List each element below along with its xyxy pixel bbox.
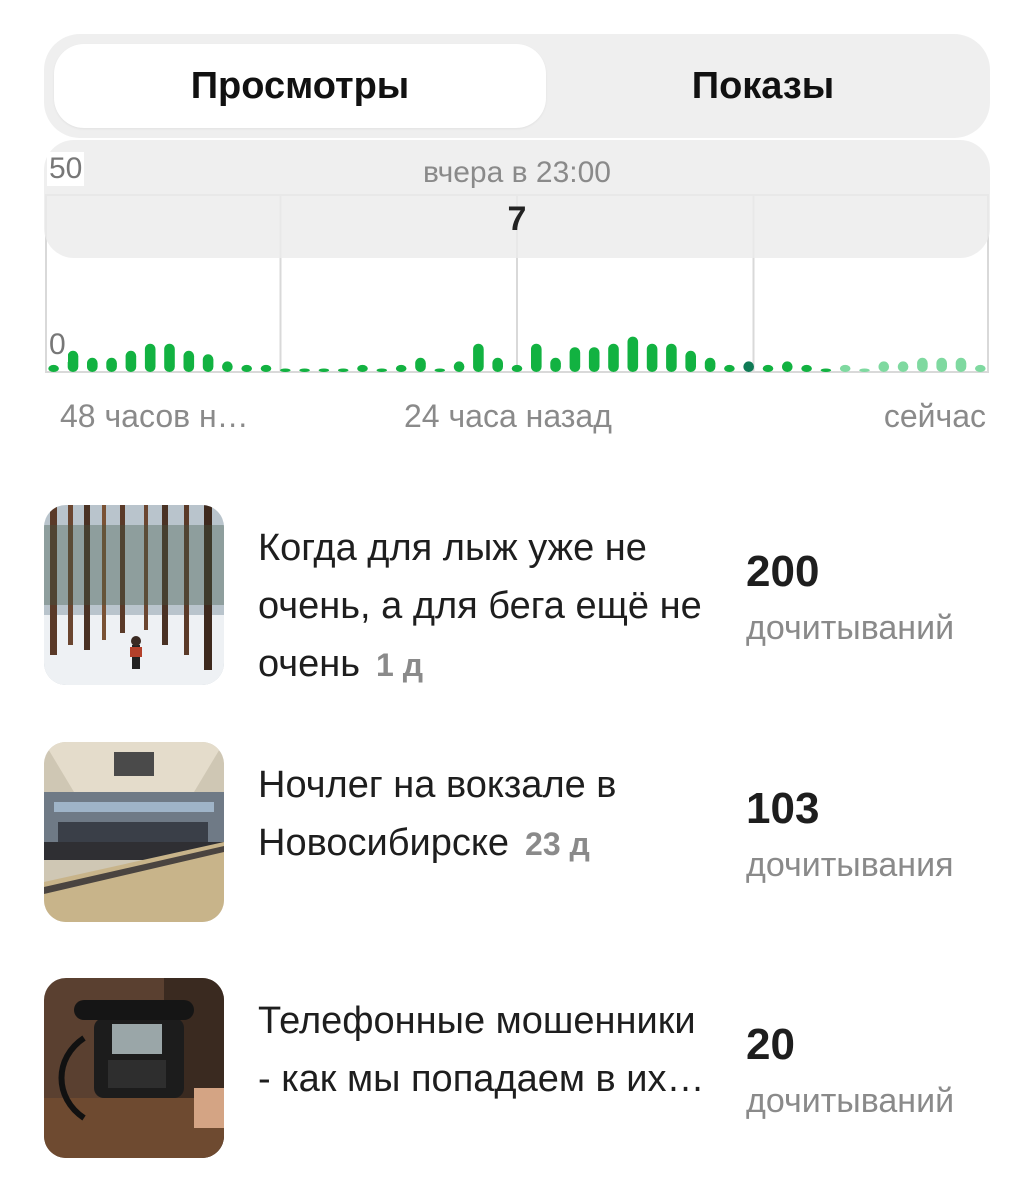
chart-bar: [569, 347, 581, 372]
chart-bar: [588, 347, 600, 372]
article-item[interactable]: Телефонные мошенники - как мы попадаем в…: [44, 978, 990, 1158]
read-count-label: дочитываний: [746, 1082, 955, 1120]
chart-bar: [936, 357, 947, 372]
chart-bar: [878, 361, 890, 372]
chart-bar: [511, 364, 523, 372]
chart-bar: [646, 343, 658, 372]
chart-bar: [550, 357, 561, 372]
tooltip-time: вчера в 23:00: [423, 156, 611, 189]
article-item[interactable]: Ночлег на вокзале в Новосибирске 23 д 103…: [44, 742, 990, 922]
tab-impressions[interactable]: Показы: [546, 44, 980, 128]
chart-bar: [704, 357, 716, 372]
chart-bar: [125, 350, 137, 372]
chart-bar: [531, 343, 542, 372]
y-axis-max-label: 50: [47, 152, 85, 186]
article-title: Ночлег на вокзале в Новосибирске 23 д: [258, 756, 718, 873]
chart-bar: [241, 364, 252, 372]
chart-bar: [299, 368, 310, 372]
article-thumbnail: [44, 978, 224, 1158]
chart-bar: [453, 361, 465, 372]
chart-bar: [376, 368, 388, 372]
chart-bar: [762, 364, 774, 372]
article-age: 23 д: [525, 826, 590, 862]
chart-bar: [222, 361, 233, 372]
y-axis-min-label: 0: [47, 328, 68, 362]
read-count-label: дочитывания: [746, 846, 954, 884]
x-axis-labels: 48 часов н… 24 часа назад сейчас: [44, 398, 990, 442]
chart-bar: [473, 343, 484, 372]
chart-bar: [202, 354, 214, 372]
chart-bar: [975, 364, 986, 372]
chart-bar: [434, 368, 446, 372]
tab-views[interactable]: Просмотры: [54, 44, 546, 128]
x-label-24h: 24 часа назад: [404, 398, 612, 434]
article-title: Телефонные мошенники - как мы попадаем в…: [258, 992, 718, 1108]
chart-bar: [685, 350, 696, 372]
metric-tabs: Просмотры Показы: [44, 34, 990, 138]
read-count: 20: [746, 1020, 795, 1069]
chart-bar: [801, 364, 812, 372]
chart-bar: [67, 350, 79, 372]
x-label-48h: 48 часов н…: [60, 398, 249, 434]
article-thumbnail: [44, 505, 224, 685]
chart-bar: [917, 357, 928, 372]
read-count: 200: [746, 547, 820, 596]
chart-bar: [357, 364, 368, 372]
chart-bar: [839, 364, 851, 372]
chart-bar: [183, 350, 195, 372]
chart-tooltip: вчера в 23:00 7: [44, 140, 990, 258]
article-item[interactable]: Когда для лыж уже не очень, а для бега е…: [44, 505, 990, 685]
chart-bar: [955, 357, 967, 372]
chart-bar: [260, 364, 272, 372]
chart-bar: [666, 343, 677, 372]
article-title-text: Когда для лыж уже не очень, а для бега е…: [258, 527, 702, 685]
chart-bar: [337, 368, 349, 372]
chart-bar: [144, 343, 156, 372]
chart-bar: [627, 336, 639, 372]
article-age: 1 д: [376, 647, 424, 683]
article-thumbnail: [44, 742, 224, 922]
x-label-now: сейчас: [883, 398, 986, 434]
article-title-text: Телефонные мошенники - как мы попадаем в…: [258, 1000, 705, 1100]
chart-bar: [608, 343, 619, 372]
chart-bar: [724, 364, 735, 372]
chart-bar: [743, 361, 754, 372]
chart-bar: [820, 368, 832, 372]
chart-bar: [106, 357, 117, 372]
chart-bar: [897, 361, 909, 372]
chart-bar: [318, 368, 330, 372]
tooltip-value: 7: [507, 200, 527, 238]
chart-bar: [48, 364, 59, 372]
chart-bar: [492, 357, 503, 372]
chart-bar: [415, 357, 426, 372]
read-count: 103: [746, 784, 820, 833]
views-chart[interactable]: вчера в 23:00 7 50 0: [44, 140, 990, 380]
article-title: Когда для лыж уже не очень, а для бега е…: [258, 519, 718, 694]
chart-bar: [395, 364, 407, 372]
chart-bar: [164, 343, 175, 372]
chart-bar: [859, 368, 870, 372]
chart-bar: [782, 361, 793, 372]
read-count-label: дочитываний: [746, 609, 955, 647]
chart-bar: [280, 368, 291, 372]
chart-bar: [87, 357, 98, 372]
